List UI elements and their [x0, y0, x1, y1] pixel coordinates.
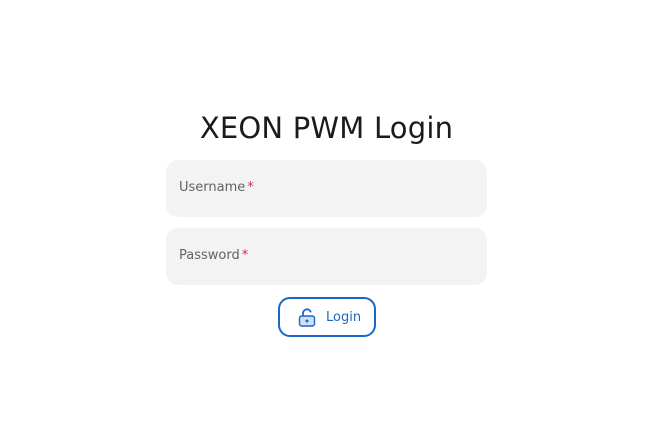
login-button-label: Login: [326, 309, 362, 325]
password-field[interactable]: Password *: [166, 228, 487, 285]
username-input[interactable]: [166, 160, 487, 217]
login-button[interactable]: Login: [278, 297, 376, 337]
page-title: XEON PWM Login: [199, 111, 454, 145]
username-field[interactable]: Username *: [166, 160, 487, 217]
password-input[interactable]: [166, 228, 487, 285]
login-page: XEON PWM Login Username * Password * Login: [0, 0, 663, 438]
lock-open-icon: [296, 306, 318, 328]
